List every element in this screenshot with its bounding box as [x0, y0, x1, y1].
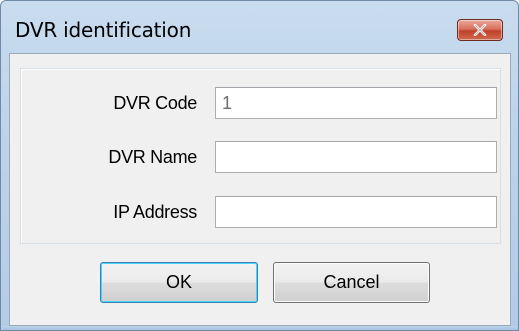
dvr-name-field[interactable]: [215, 141, 497, 173]
close-x-icon: [473, 24, 487, 36]
dialog-window: DVR identification DVR Code DVR Name IP …: [0, 0, 519, 331]
ip-address-label: IP Address: [113, 202, 197, 222]
identification-group: DVR Code DVR Name IP Address: [20, 68, 501, 244]
ok-button[interactable]: OK: [100, 262, 258, 303]
cancel-button[interactable]: Cancel: [273, 262, 430, 303]
dvr-code-label: DVR Code: [113, 93, 197, 113]
dvr-code-field[interactable]: [215, 87, 497, 119]
dialog-client-area: DVR Code DVR Name IP Address OK Cancel: [9, 53, 511, 326]
close-button[interactable]: [457, 19, 503, 41]
dvr-name-label: DVR Name: [108, 147, 197, 167]
title-bar[interactable]: DVR identification: [1, 1, 518, 61]
ip-address-field[interactable]: [215, 196, 497, 228]
window-title: DVR identification: [15, 18, 192, 42]
window-bottom-frame: [1, 326, 518, 330]
